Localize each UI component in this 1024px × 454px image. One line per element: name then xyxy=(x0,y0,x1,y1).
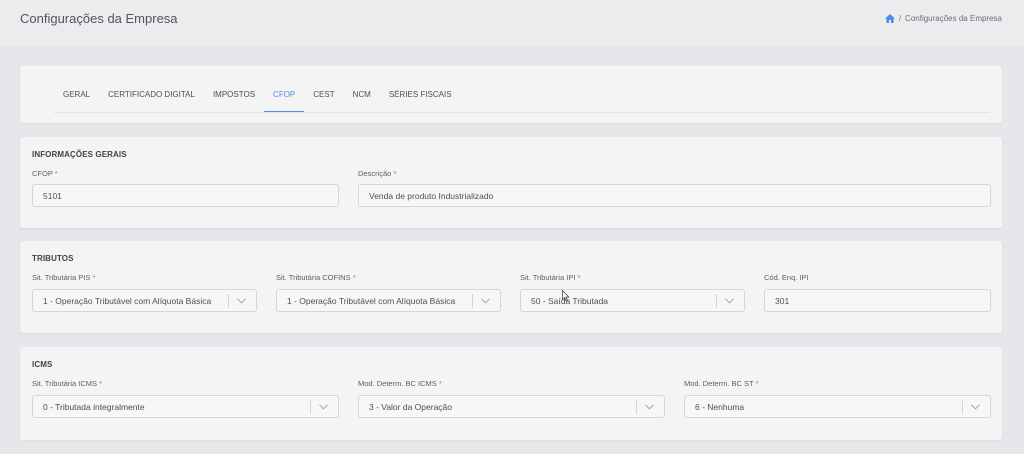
required-marker: * xyxy=(352,273,356,282)
icms-bcst-label: Mod. Determ. BC ST * xyxy=(684,379,759,388)
cofins-label: Sit. Tributária COFINS * xyxy=(276,273,356,282)
tab-impostos[interactable]: IMPOSTOS xyxy=(204,90,264,112)
icms-card: ICMS Sit. Tributária ICMS * 0 - Tributad… xyxy=(20,347,1002,440)
tab-certificado-digital[interactable]: CERTIFICADO DIGITAL xyxy=(99,90,204,112)
page-title: Configurações da Empresa xyxy=(20,11,178,26)
tab-cest[interactable]: CEST xyxy=(304,90,343,112)
ipi-select[interactable]: 50 - Saída Tributada xyxy=(520,289,745,312)
chevron-down-icon[interactable] xyxy=(645,403,654,410)
pis-value: 1 - Operação Tributável com Alíquota Bás… xyxy=(43,295,212,306)
ipi-label: Sit. Tributária IPI * xyxy=(520,273,581,282)
cfop-input[interactable]: 5101 xyxy=(32,184,339,207)
chevron-down-icon[interactable] xyxy=(237,297,246,304)
pis-select[interactable]: 1 - Operação Tributável com Alíquota Bás… xyxy=(32,289,257,312)
tab-geral[interactable]: GERAL xyxy=(54,90,99,112)
pis-label: Sit. Tributária PIS * xyxy=(32,273,96,282)
chevron-down-icon[interactable] xyxy=(319,403,328,410)
tabs-divider xyxy=(54,112,990,113)
tab-bar: GERAL CERTIFICADO DIGITAL IMPOSTOS CFOP … xyxy=(54,90,461,113)
select-separator xyxy=(310,399,311,414)
icms-bcst-value: 6 - Nenhuma xyxy=(695,401,745,412)
descricao-input[interactable]: Venda de produto Industrializado xyxy=(358,184,991,207)
required-marker: * xyxy=(54,169,58,178)
chevron-down-icon[interactable] xyxy=(971,403,980,410)
icms-section-title: ICMS xyxy=(32,360,53,369)
cfop-label: CFOP * xyxy=(32,169,58,178)
top-bar: Configurações da Empresa / Configurações… xyxy=(0,0,1024,46)
cfop-value: 5101 xyxy=(43,190,62,201)
required-marker: * xyxy=(92,273,96,282)
select-separator xyxy=(716,293,717,308)
descricao-value: Venda de produto Industrializado xyxy=(369,190,494,201)
required-marker: * xyxy=(577,273,581,282)
icms-bc-label: Mod. Determ. BC ICMS * xyxy=(358,379,442,388)
icms-bc-select[interactable]: 3 - Valor da Operação xyxy=(358,395,665,418)
select-separator xyxy=(962,399,963,414)
tab-ncm[interactable]: NCM xyxy=(344,90,380,112)
tab-series-fiscais[interactable]: SÉRIES FISCAIS xyxy=(380,90,461,112)
breadcrumb-current: Configurações da Empresa xyxy=(905,14,1002,23)
home-icon[interactable] xyxy=(884,14,895,23)
enq-value: 301 xyxy=(775,295,790,306)
icms-bc-value: 3 - Valor da Operação xyxy=(369,401,452,412)
enq-label: Cód. Enq. IPI xyxy=(764,273,809,282)
tab-cfop[interactable]: CFOP xyxy=(264,90,305,113)
tributos-section-title: TRIBUTOS xyxy=(32,254,74,263)
info-section-title: INFORMAÇÕES GERAIS xyxy=(32,150,127,159)
enq-input[interactable]: 301 xyxy=(764,289,991,312)
required-marker: * xyxy=(99,379,103,388)
icms-bcst-select[interactable]: 6 - Nenhuma xyxy=(684,395,991,418)
select-separator xyxy=(472,293,473,308)
tributos-card: TRIBUTOS Sit. Tributária PIS * 1 - Opera… xyxy=(20,241,1002,333)
required-marker: * xyxy=(393,169,397,178)
icms-sit-value: 0 - Tributada integralmente xyxy=(43,401,145,412)
mouse-cursor-icon xyxy=(562,290,570,302)
required-marker: * xyxy=(755,379,759,388)
required-marker: * xyxy=(438,379,442,388)
info-card: INFORMAÇÕES GERAIS CFOP * 5101 Descrição… xyxy=(20,137,1002,228)
cofins-value: 1 - Operação Tributável com Alíquota Bás… xyxy=(287,295,456,306)
tabs-card: GERAL CERTIFICADO DIGITAL IMPOSTOS CFOP … xyxy=(20,66,1002,123)
chevron-down-icon[interactable] xyxy=(725,297,734,304)
cofins-select[interactable]: 1 - Operação Tributável com Alíquota Bás… xyxy=(276,289,501,312)
select-separator xyxy=(228,293,229,308)
icms-sit-select[interactable]: 0 - Tributada integralmente xyxy=(32,395,339,418)
breadcrumb: / Configurações da Empresa xyxy=(884,14,1002,23)
select-separator xyxy=(636,399,637,414)
descricao-label: Descrição * xyxy=(358,169,397,178)
icms-sit-label: Sit. Tributária ICMS * xyxy=(32,379,103,388)
chevron-down-icon[interactable] xyxy=(481,297,490,304)
ipi-value: 50 - Saída Tributada xyxy=(531,295,609,306)
breadcrumb-separator: / xyxy=(898,14,902,23)
